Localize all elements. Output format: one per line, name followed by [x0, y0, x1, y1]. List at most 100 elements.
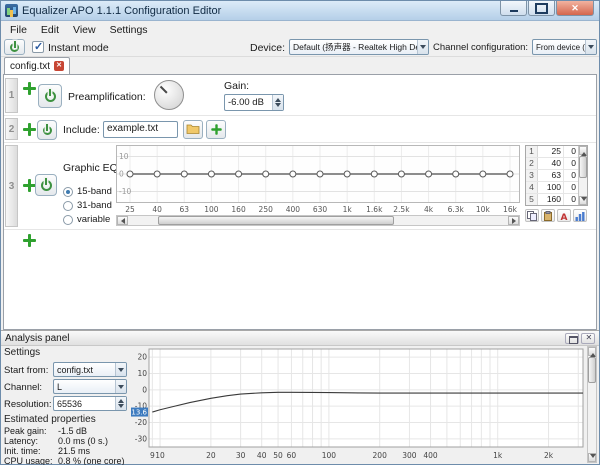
- eq-table-row[interactable]: 3 63 0: [526, 170, 578, 182]
- device-value: Default (扬声器 - Realtek High Definition A…: [293, 42, 417, 52]
- add-filter-button[interactable]: [22, 122, 36, 136]
- channel-select[interactable]: L: [53, 379, 127, 394]
- estimated-properties-list: Peak gain: -1.5 dB Latency: 0.0 ms (0 s.) In…: [1, 426, 130, 465]
- frequency-cell[interactable]: 63: [538, 170, 564, 181]
- close-button[interactable]: [556, 1, 594, 16]
- eq-table-row[interactable]: 5 160 0: [526, 194, 578, 205]
- svg-text:63: 63: [180, 205, 190, 214]
- open-file-button[interactable]: [183, 120, 203, 139]
- frequency-cell[interactable]: 100: [538, 182, 564, 193]
- add-filter-button[interactable]: [22, 178, 36, 192]
- filter-row-preamp: 1 Preamplification: Gain: -6.00 dB: [4, 77, 596, 116]
- new-include-button[interactable]: [206, 120, 226, 139]
- radio-button-icon: [63, 186, 73, 197]
- resolution-value: 65536: [57, 398, 83, 409]
- maximize-button[interactable]: [528, 1, 555, 16]
- radio-15-band[interactable]: 15-band: [63, 186, 112, 197]
- menu-view[interactable]: View: [66, 23, 103, 37]
- svg-text:-20: -20: [135, 418, 147, 427]
- global-power-button[interactable]: [4, 39, 25, 55]
- paste-icon[interactable]: [541, 209, 555, 222]
- estimated-properties-header: Estimated properties: [4, 414, 96, 425]
- property-label: Latency:: [4, 436, 39, 446]
- eq-table-rows: 1 25 0 2 40 0 3 63 0 4 100 0 5 160 0: [526, 146, 578, 205]
- scroll-down-icon[interactable]: [579, 196, 587, 205]
- export-icon[interactable]: A: [557, 209, 571, 222]
- property-label: Init. time:: [4, 446, 41, 456]
- eq-power-button[interactable]: [35, 174, 57, 196]
- add-filter-button[interactable]: [22, 81, 36, 95]
- tab-config-txt[interactable]: config.txt ✕: [4, 57, 71, 74]
- minimize-button[interactable]: [500, 1, 527, 16]
- channel-label: Channel:: [4, 382, 43, 393]
- eq-table-scrollbar[interactable]: [578, 146, 587, 205]
- include-file-field[interactable]: example.txt: [103, 121, 178, 138]
- menu-edit[interactable]: Edit: [34, 23, 66, 37]
- spinner-arrows-icon[interactable]: [272, 95, 283, 110]
- start-from-label: Start from:: [4, 365, 49, 376]
- device-select[interactable]: Default (扬声器 - Realtek High Definition A…: [289, 39, 429, 55]
- frequency-cell[interactable]: 160: [538, 194, 564, 205]
- svg-text:2k: 2k: [544, 451, 554, 460]
- svg-text:400: 400: [286, 205, 301, 214]
- radio-variable[interactable]: variable: [63, 214, 110, 225]
- titlebar[interactable]: Equalizer APO 1.1.1 Configuration Editor: [1, 1, 599, 21]
- instant-mode-checkbox[interactable]: [32, 40, 44, 53]
- eq-table-row[interactable]: 4 100 0: [526, 182, 578, 194]
- property-row: Init. time: 21.5 ms: [1, 446, 130, 456]
- band-number-cell: 4: [526, 182, 538, 193]
- svg-text:-10: -10: [119, 187, 131, 196]
- spinner-arrows-icon[interactable]: [115, 397, 126, 410]
- analysis-scrollbar[interactable]: [587, 346, 597, 463]
- scroll-down-icon[interactable]: [588, 453, 596, 462]
- radio-label: 31-band: [77, 200, 112, 211]
- gain-label: Gain:: [224, 80, 250, 92]
- include-power-button[interactable]: [37, 120, 57, 140]
- frequency-cell[interactable]: 40: [538, 158, 564, 169]
- menu-settings[interactable]: Settings: [103, 23, 155, 37]
- gain-cell[interactable]: 0: [564, 146, 578, 157]
- row-number: 2: [5, 118, 18, 140]
- analysis-panel-header: Analysis panel: [1, 331, 599, 346]
- scroll-up-icon[interactable]: [588, 347, 596, 357]
- scrollbar-thumb[interactable]: [588, 357, 596, 383]
- svg-text:300: 300: [402, 451, 417, 460]
- app-window: Equalizer APO 1.1.1 Configuration Editor…: [0, 0, 600, 465]
- gain-cell[interactable]: 0: [564, 194, 578, 205]
- scroll-right-icon[interactable]: [508, 216, 519, 225]
- gain-cell[interactable]: 0: [564, 182, 578, 193]
- scrollbar-thumb[interactable]: [158, 216, 394, 225]
- tab-close-icon[interactable]: ✕: [54, 61, 65, 71]
- channel-value: L: [57, 381, 63, 392]
- close-panel-icon[interactable]: [581, 332, 595, 344]
- svg-text:20: 20: [137, 353, 147, 362]
- gain-knob[interactable]: [154, 80, 184, 110]
- gain-cell[interactable]: 0: [564, 158, 578, 169]
- channel-config-select[interactable]: From device (Stereo): [532, 39, 597, 55]
- property-value: -1.5 dB: [58, 426, 88, 436]
- add-new-filter-button[interactable]: [22, 233, 36, 247]
- copy-icon[interactable]: [525, 209, 539, 222]
- channel-config-value: From device (Stereo): [536, 42, 585, 52]
- analysis-settings: Settings Start from: config.txt Channel:…: [1, 346, 130, 465]
- scroll-up-icon[interactable]: [579, 146, 587, 156]
- eq-table-row[interactable]: 2 40 0: [526, 158, 578, 170]
- preamp-power-button[interactable]: [38, 84, 62, 108]
- undock-panel-icon[interactable]: [565, 332, 579, 344]
- resolution-spinbox[interactable]: 65536: [53, 396, 127, 411]
- eq-table-row[interactable]: 1 25 0: [526, 146, 578, 158]
- start-from-select[interactable]: config.txt: [53, 362, 127, 377]
- svg-text:40: 40: [257, 451, 267, 460]
- gain-cell[interactable]: 0: [564, 170, 578, 181]
- menu-file[interactable]: File: [3, 23, 34, 37]
- frequency-cell[interactable]: 25: [538, 146, 564, 157]
- gain-spinbox[interactable]: -6.00 dB: [224, 94, 284, 111]
- plus-icon: [22, 178, 36, 192]
- scrollbar-thumb[interactable]: [579, 156, 587, 178]
- scroll-left-icon[interactable]: [117, 216, 128, 225]
- eq-response-graph[interactable]: 100-1025 40 63 100 160 250 400 630 1k 1.6k 2.5k 4k 6…: [116, 145, 520, 214]
- radio-31-band[interactable]: 31-band: [63, 200, 112, 211]
- eq-graph-scrollbar[interactable]: [116, 215, 520, 226]
- svg-text:A: A: [561, 213, 568, 221]
- chart-icon[interactable]: [573, 209, 587, 222]
